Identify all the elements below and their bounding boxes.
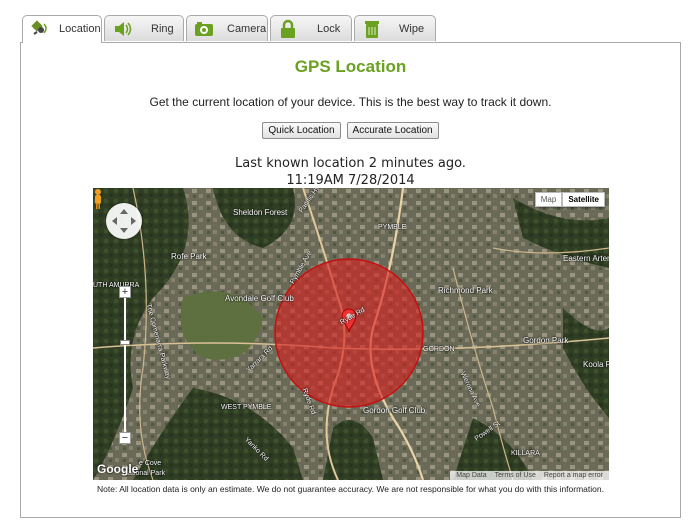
map-type-satellite-button[interactable]: Satellite <box>562 192 605 207</box>
page-description: Get the current location of your device.… <box>149 95 552 109</box>
tab-location[interactable]: Location <box>22 15 102 43</box>
page-title: GPS Location <box>294 57 407 76</box>
map-label: Avondale Golf Club <box>225 294 294 303</box>
map-attribution: Map Data Terms of Use Report a map error <box>450 471 609 480</box>
disclaimer-note: Note: All location data is only an estim… <box>97 484 604 494</box>
map-imagery <box>93 188 609 480</box>
map-data-link[interactable]: Map Data <box>452 472 490 479</box>
map-label: KILLARA <box>511 450 540 457</box>
zoom-slider-thumb[interactable] <box>120 340 130 345</box>
report-map-error-link[interactable]: Report a map error <box>540 472 607 479</box>
map-type-map-button[interactable]: Map <box>534 192 563 207</box>
map-label: Eastern Arter <box>563 254 609 263</box>
map-label: Richmond Park <box>438 286 493 295</box>
map-label: UTH AMURRA <box>93 282 140 289</box>
zoom-out-button[interactable]: − <box>119 432 131 444</box>
trash-icon <box>365 21 379 38</box>
tab-label: Ring <box>151 23 174 35</box>
tab-label: Location <box>59 23 101 35</box>
map-label: Gordon Park <box>523 336 569 345</box>
zoom-control: + − <box>119 286 131 444</box>
last-known-location: Last known location 2 minutes ago. 11:19… <box>21 155 680 189</box>
location-icon <box>31 20 47 35</box>
location-panel: GPS Location Get the current location of… <box>20 42 681 518</box>
tab-wipe[interactable]: Wipe <box>354 15 436 41</box>
tab-label: Lock <box>317 23 341 35</box>
action-buttons: Quick Location Accurate Location <box>21 122 680 139</box>
map-label: PYMBLE <box>378 224 407 231</box>
map-label: Gordon Golf Club <box>363 406 426 415</box>
quick-location-button[interactable]: Quick Location <box>262 122 341 139</box>
satellite-map[interactable]: Sheldon Forest Pacific Hwy PYMBLE Rofe P… <box>93 188 609 480</box>
tab-ring[interactable]: Ring <box>104 15 184 41</box>
tab-lock[interactable]: Lock <box>270 15 352 41</box>
tab-label: Camera <box>227 23 267 35</box>
zoom-track[interactable] <box>124 298 126 432</box>
map-label: Koola P <box>583 360 609 369</box>
accurate-location-button[interactable]: Accurate Location <box>346 122 439 139</box>
map-label: e Cove <box>139 460 162 467</box>
google-logo: Google <box>97 462 139 476</box>
zoom-in-button[interactable]: + <box>119 286 131 298</box>
pegman-icon[interactable] <box>93 188 103 210</box>
map-type-control: Map Satellite <box>534 192 605 207</box>
map-label: Rofe Park <box>171 252 207 261</box>
pan-control[interactable] <box>106 203 142 239</box>
terms-of-use-link[interactable]: Terms of Use <box>491 472 540 479</box>
camera-icon <box>195 22 213 36</box>
location-timestamp: 11:19AM 7/28/2014 <box>286 173 415 188</box>
last-known-text: Last known location 2 minutes ago. <box>235 156 466 171</box>
speaker-icon <box>115 22 132 36</box>
tab-label: Wipe <box>399 23 425 35</box>
map-label: WEST PYMBLE <box>221 404 272 411</box>
pan-arrows-icon <box>112 209 136 233</box>
map-label: GORDON <box>423 346 455 353</box>
map-label: Sheldon Forest <box>233 208 288 217</box>
tab-camera[interactable]: Camera <box>186 15 268 41</box>
lock-icon <box>281 19 295 38</box>
